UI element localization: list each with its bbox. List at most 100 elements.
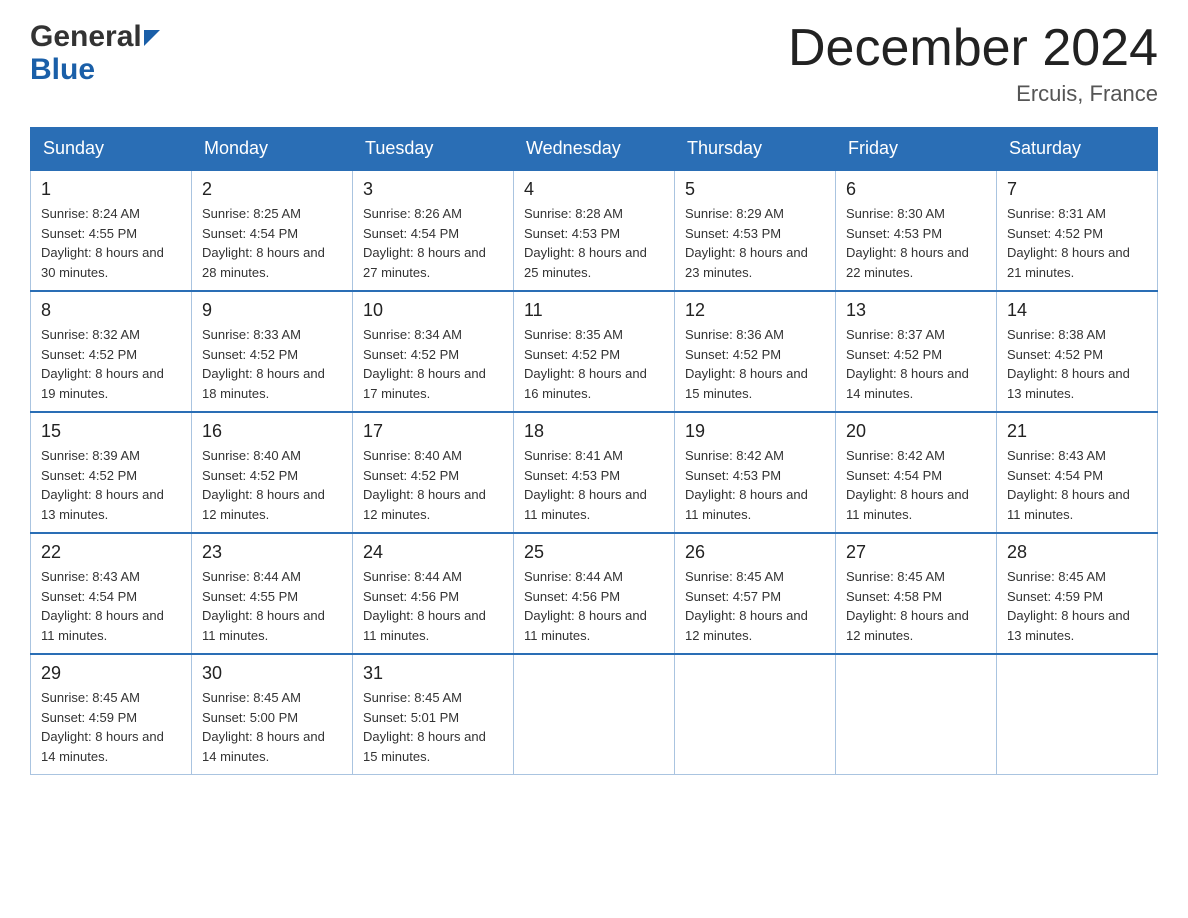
day-info: Sunrise: 8:34 AM Sunset: 4:52 PM Dayligh… — [363, 325, 503, 403]
day-info: Sunrise: 8:45 AM Sunset: 5:01 PM Dayligh… — [363, 688, 503, 766]
day-number: 24 — [363, 542, 503, 563]
day-number: 15 — [41, 421, 181, 442]
day-number: 26 — [685, 542, 825, 563]
logo-arrow-icon — [144, 30, 160, 46]
day-number: 23 — [202, 542, 342, 563]
day-number: 30 — [202, 663, 342, 684]
day-number: 18 — [524, 421, 664, 442]
month-title: December 2024 — [788, 20, 1158, 77]
calendar-cell: 4 Sunrise: 8:28 AM Sunset: 4:53 PM Dayli… — [514, 170, 675, 291]
calendar-cell: 2 Sunrise: 8:25 AM Sunset: 4:54 PM Dayli… — [192, 170, 353, 291]
day-number: 2 — [202, 179, 342, 200]
calendar-cell: 3 Sunrise: 8:26 AM Sunset: 4:54 PM Dayli… — [353, 170, 514, 291]
day-number: 13 — [846, 300, 986, 321]
day-info: Sunrise: 8:40 AM Sunset: 4:52 PM Dayligh… — [202, 446, 342, 524]
day-number: 1 — [41, 179, 181, 200]
day-number: 14 — [1007, 300, 1147, 321]
calendar-cell: 12 Sunrise: 8:36 AM Sunset: 4:52 PM Dayl… — [675, 291, 836, 412]
day-info: Sunrise: 8:30 AM Sunset: 4:53 PM Dayligh… — [846, 204, 986, 282]
day-info: Sunrise: 8:38 AM Sunset: 4:52 PM Dayligh… — [1007, 325, 1147, 403]
calendar-cell: 16 Sunrise: 8:40 AM Sunset: 4:52 PM Dayl… — [192, 412, 353, 533]
calendar-cell: 9 Sunrise: 8:33 AM Sunset: 4:52 PM Dayli… — [192, 291, 353, 412]
day-info: Sunrise: 8:37 AM Sunset: 4:52 PM Dayligh… — [846, 325, 986, 403]
day-info: Sunrise: 8:41 AM Sunset: 4:53 PM Dayligh… — [524, 446, 664, 524]
page-header: General Blue December 2024 Ercuis, Franc… — [30, 20, 1158, 107]
day-info: Sunrise: 8:45 AM Sunset: 5:00 PM Dayligh… — [202, 688, 342, 766]
calendar-cell: 24 Sunrise: 8:44 AM Sunset: 4:56 PM Dayl… — [353, 533, 514, 654]
day-info: Sunrise: 8:42 AM Sunset: 4:54 PM Dayligh… — [846, 446, 986, 524]
day-number: 6 — [846, 179, 986, 200]
day-number: 27 — [846, 542, 986, 563]
day-info: Sunrise: 8:39 AM Sunset: 4:52 PM Dayligh… — [41, 446, 181, 524]
header-thursday: Thursday — [675, 128, 836, 171]
calendar-cell: 8 Sunrise: 8:32 AM Sunset: 4:52 PM Dayli… — [31, 291, 192, 412]
day-info: Sunrise: 8:32 AM Sunset: 4:52 PM Dayligh… — [41, 325, 181, 403]
day-info: Sunrise: 8:44 AM Sunset: 4:56 PM Dayligh… — [363, 567, 503, 645]
day-number: 31 — [363, 663, 503, 684]
calendar-cell: 18 Sunrise: 8:41 AM Sunset: 4:53 PM Dayl… — [514, 412, 675, 533]
calendar-cell: 31 Sunrise: 8:45 AM Sunset: 5:01 PM Dayl… — [353, 654, 514, 775]
location-label: Ercuis, France — [788, 81, 1158, 107]
calendar-cell: 7 Sunrise: 8:31 AM Sunset: 4:52 PM Dayli… — [997, 170, 1158, 291]
calendar-cell: 30 Sunrise: 8:45 AM Sunset: 5:00 PM Dayl… — [192, 654, 353, 775]
day-info: Sunrise: 8:44 AM Sunset: 4:56 PM Dayligh… — [524, 567, 664, 645]
day-number: 9 — [202, 300, 342, 321]
day-number: 25 — [524, 542, 664, 563]
day-number: 11 — [524, 300, 664, 321]
header-sunday: Sunday — [31, 128, 192, 171]
day-info: Sunrise: 8:44 AM Sunset: 4:55 PM Dayligh… — [202, 567, 342, 645]
calendar-cell — [997, 654, 1158, 775]
day-info: Sunrise: 8:28 AM Sunset: 4:53 PM Dayligh… — [524, 204, 664, 282]
calendar-cell: 21 Sunrise: 8:43 AM Sunset: 4:54 PM Dayl… — [997, 412, 1158, 533]
calendar-cell: 1 Sunrise: 8:24 AM Sunset: 4:55 PM Dayli… — [31, 170, 192, 291]
header-monday: Monday — [192, 128, 353, 171]
title-section: December 2024 Ercuis, France — [788, 20, 1158, 107]
day-info: Sunrise: 8:45 AM Sunset: 4:59 PM Dayligh… — [1007, 567, 1147, 645]
day-number: 21 — [1007, 421, 1147, 442]
calendar-cell: 23 Sunrise: 8:44 AM Sunset: 4:55 PM Dayl… — [192, 533, 353, 654]
day-info: Sunrise: 8:45 AM Sunset: 4:57 PM Dayligh… — [685, 567, 825, 645]
week-row-5: 29 Sunrise: 8:45 AM Sunset: 4:59 PM Dayl… — [31, 654, 1158, 775]
week-row-4: 22 Sunrise: 8:43 AM Sunset: 4:54 PM Dayl… — [31, 533, 1158, 654]
day-info: Sunrise: 8:43 AM Sunset: 4:54 PM Dayligh… — [1007, 446, 1147, 524]
day-info: Sunrise: 8:33 AM Sunset: 4:52 PM Dayligh… — [202, 325, 342, 403]
day-info: Sunrise: 8:40 AM Sunset: 4:52 PM Dayligh… — [363, 446, 503, 524]
day-number: 22 — [41, 542, 181, 563]
calendar-header-row: Sunday Monday Tuesday Wednesday Thursday… — [31, 128, 1158, 171]
day-info: Sunrise: 8:43 AM Sunset: 4:54 PM Dayligh… — [41, 567, 181, 645]
logo-blue-text: Blue — [30, 53, 95, 86]
day-info: Sunrise: 8:35 AM Sunset: 4:52 PM Dayligh… — [524, 325, 664, 403]
week-row-3: 15 Sunrise: 8:39 AM Sunset: 4:52 PM Dayl… — [31, 412, 1158, 533]
calendar-cell: 14 Sunrise: 8:38 AM Sunset: 4:52 PM Dayl… — [997, 291, 1158, 412]
calendar-cell: 28 Sunrise: 8:45 AM Sunset: 4:59 PM Dayl… — [997, 533, 1158, 654]
day-number: 10 — [363, 300, 503, 321]
day-info: Sunrise: 8:45 AM Sunset: 4:58 PM Dayligh… — [846, 567, 986, 645]
day-number: 19 — [685, 421, 825, 442]
calendar-cell: 22 Sunrise: 8:43 AM Sunset: 4:54 PM Dayl… — [31, 533, 192, 654]
day-number: 17 — [363, 421, 503, 442]
day-info: Sunrise: 8:36 AM Sunset: 4:52 PM Dayligh… — [685, 325, 825, 403]
day-number: 8 — [41, 300, 181, 321]
header-saturday: Saturday — [997, 128, 1158, 171]
day-number: 16 — [202, 421, 342, 442]
day-number: 12 — [685, 300, 825, 321]
header-wednesday: Wednesday — [514, 128, 675, 171]
day-number: 29 — [41, 663, 181, 684]
calendar-cell: 6 Sunrise: 8:30 AM Sunset: 4:53 PM Dayli… — [836, 170, 997, 291]
calendar-cell — [514, 654, 675, 775]
day-info: Sunrise: 8:42 AM Sunset: 4:53 PM Dayligh… — [685, 446, 825, 524]
calendar-cell: 29 Sunrise: 8:45 AM Sunset: 4:59 PM Dayl… — [31, 654, 192, 775]
day-info: Sunrise: 8:25 AM Sunset: 4:54 PM Dayligh… — [202, 204, 342, 282]
calendar-cell: 26 Sunrise: 8:45 AM Sunset: 4:57 PM Dayl… — [675, 533, 836, 654]
day-number: 4 — [524, 179, 664, 200]
logo: General Blue — [30, 20, 160, 86]
header-friday: Friday — [836, 128, 997, 171]
calendar-cell: 11 Sunrise: 8:35 AM Sunset: 4:52 PM Dayl… — [514, 291, 675, 412]
week-row-2: 8 Sunrise: 8:32 AM Sunset: 4:52 PM Dayli… — [31, 291, 1158, 412]
logo-general-text: General — [30, 20, 142, 53]
calendar-cell: 20 Sunrise: 8:42 AM Sunset: 4:54 PM Dayl… — [836, 412, 997, 533]
calendar-cell: 25 Sunrise: 8:44 AM Sunset: 4:56 PM Dayl… — [514, 533, 675, 654]
calendar-cell: 27 Sunrise: 8:45 AM Sunset: 4:58 PM Dayl… — [836, 533, 997, 654]
week-row-1: 1 Sunrise: 8:24 AM Sunset: 4:55 PM Dayli… — [31, 170, 1158, 291]
day-number: 3 — [363, 179, 503, 200]
